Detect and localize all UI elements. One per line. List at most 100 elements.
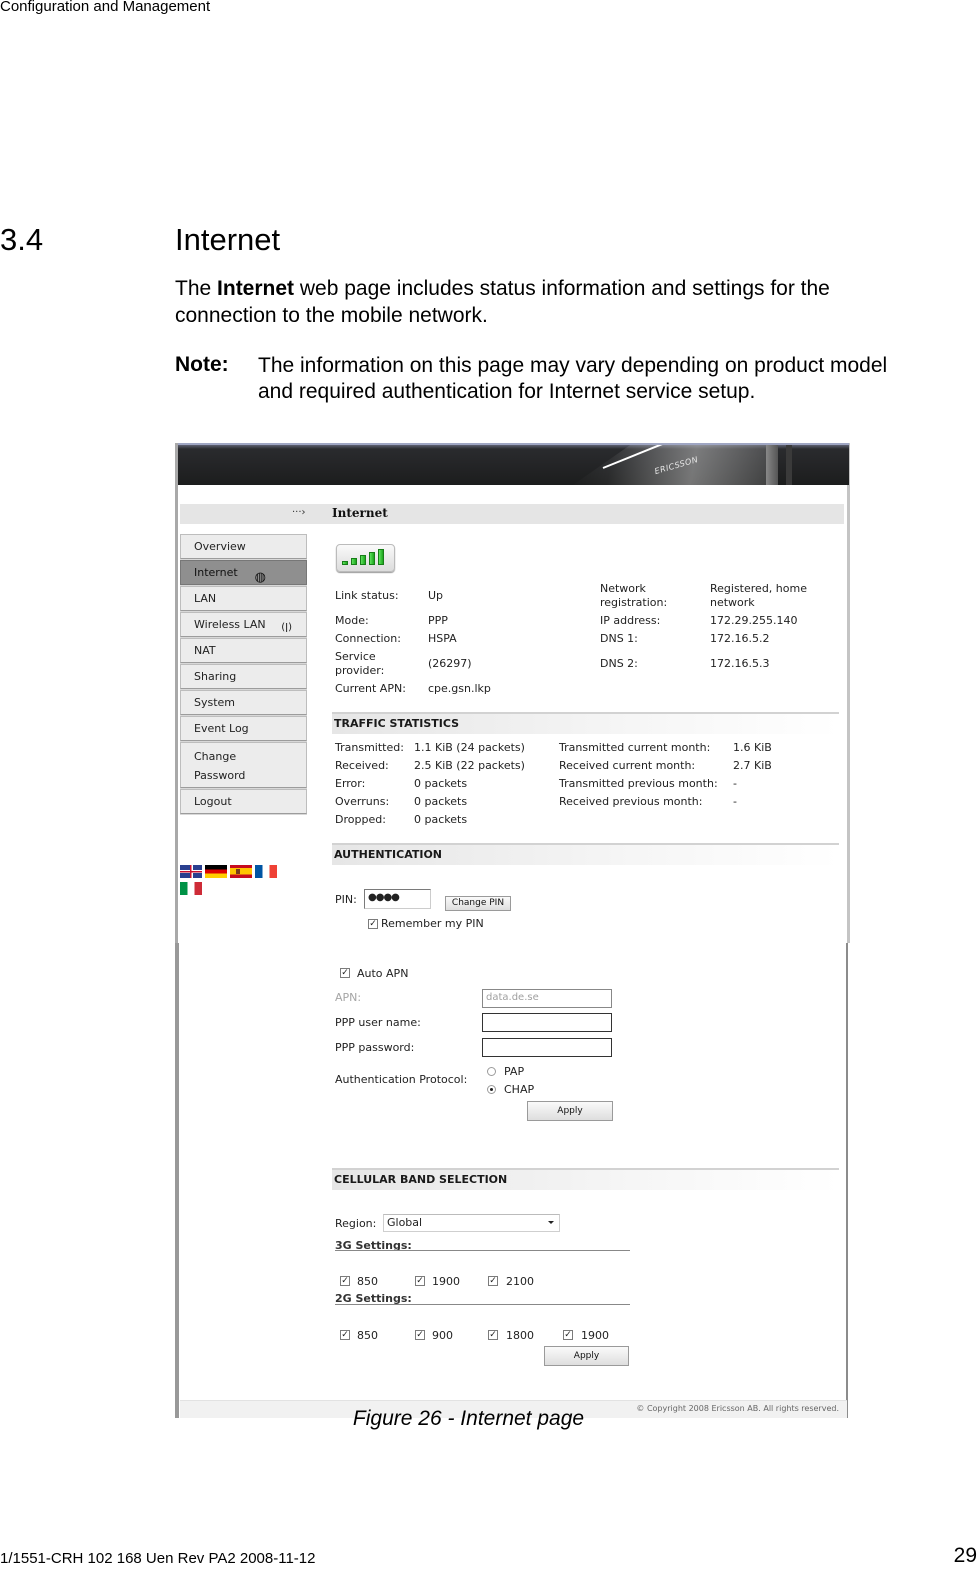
ppp-user-name-input[interactable] (482, 1013, 612, 1032)
section-heading-text: AUTHENTICATION (334, 848, 443, 861)
sidebar-item-change-password[interactable]: Change Password (180, 742, 307, 788)
band-selection-heading: CELLULAR BAND SELECTION (332, 1168, 839, 1190)
chap-label: CHAP (504, 1083, 535, 1096)
intro-prefix: The (175, 277, 218, 300)
header-banner: ERICSSON (178, 443, 849, 485)
region-label: Region: (335, 1217, 377, 1230)
apn-input[interactable]: data.de.se (482, 989, 612, 1008)
signal-bar (351, 558, 357, 565)
band-label: 2100 (506, 1275, 534, 1288)
flag-spanish-icon[interactable] (230, 865, 252, 878)
dns2-value: 172.16.5.3 (710, 657, 770, 670)
ppp-password-label: PPP password: (335, 1041, 415, 1054)
banner-bar (786, 445, 792, 485)
2g-1900-checkbox[interactable]: ✓ (563, 1330, 573, 1340)
traffic-label: Received: (335, 759, 389, 772)
ppp-password-input[interactable] (482, 1038, 612, 1057)
transmitted-value: 1.1 KiB (24 packets) (414, 741, 525, 754)
sidebar-item-label: Logout (194, 795, 232, 808)
auth-apply-button[interactable]: Apply (527, 1101, 613, 1121)
auth-protocol-label: Authentication Protocol: (335, 1073, 468, 1086)
note-text: The information on this page may vary de… (258, 354, 888, 403)
sidebar-item-internet[interactable]: Internet ◍ (180, 560, 307, 585)
signal-bar (342, 561, 348, 565)
sidebar-item-logout[interactable]: Logout (180, 789, 307, 814)
tx-current-month-value: 1.6 KiB (733, 741, 772, 754)
2g-1800-checkbox[interactable]: ✓ (488, 1330, 498, 1340)
wireless-icon: (ǀ) (281, 622, 292, 633)
sidebar-item-label: Internet (194, 566, 238, 579)
status-label: IP address: (600, 614, 661, 627)
sidebar-item-system[interactable]: System (180, 690, 307, 715)
band-apply-button[interactable]: Apply (544, 1346, 629, 1366)
intro-paragraph: The Internet web page includes status in… (175, 275, 915, 329)
sidebar-item-label: LAN (194, 592, 217, 605)
remember-pin-label: Remember my PIN (381, 917, 484, 930)
flag-french-icon[interactable] (255, 865, 277, 878)
sidebar-item-event-log[interactable]: Event Log (180, 716, 307, 741)
band-label: 900 (432, 1329, 453, 1342)
network-registration-value-line2: network (710, 596, 755, 609)
link-status-value: Up (428, 589, 444, 602)
breadcrumb: ···› Internet (180, 504, 844, 524)
sidebar-item-label: Overview (194, 540, 246, 553)
network-registration-value: Registered, home (710, 582, 807, 595)
region-select[interactable]: Global (383, 1214, 560, 1232)
rx-previous-month-value: - (733, 795, 737, 808)
section-heading-text: CELLULAR BAND SELECTION (334, 1173, 508, 1186)
flag-italian-icon[interactable] (180, 882, 202, 895)
traffic-label: Overruns: (335, 795, 390, 808)
band-label: 850 (357, 1275, 378, 1288)
flag-german-icon[interactable] (205, 865, 227, 878)
sidebar-item-sharing[interactable]: Sharing (180, 664, 307, 689)
frame-border-right-lower (846, 943, 848, 1418)
status-label: Link status: (335, 589, 399, 602)
sidebar-item-nat[interactable]: NAT (180, 638, 307, 663)
section-title: Internet (175, 222, 281, 257)
3g-850-checkbox[interactable]: ✓ (340, 1276, 350, 1286)
service-provider-value: (26297) (428, 657, 472, 670)
traffic-label: Transmitted: (335, 741, 404, 754)
sidebar-item-label-line1: Change (194, 750, 237, 763)
chap-radio[interactable] (487, 1085, 496, 1094)
divider (335, 1250, 630, 1251)
status-label: registration: (600, 596, 668, 609)
signal-bar (369, 552, 375, 565)
change-pin-button[interactable]: Change PIN (445, 896, 511, 911)
flag-english-icon[interactable] (180, 865, 202, 878)
3g-2100-checkbox[interactable]: ✓ (488, 1276, 498, 1286)
traffic-statistics-heading: TRAFFIC STATISTICS (332, 712, 839, 734)
language-selector (180, 865, 290, 899)
pap-label: PAP (504, 1065, 525, 1078)
sidebar-nav: Overview Internet ◍ LAN Wireless LAN (ǀ) N… (180, 534, 307, 815)
sidebar-item-lan[interactable]: LAN (180, 586, 307, 611)
remember-pin-checkbox[interactable]: ✓ (368, 919, 378, 929)
2g-850-checkbox[interactable]: ✓ (340, 1330, 350, 1340)
running-header: Configuration and Management (0, 0, 211, 15)
sidebar-item-wireless-lan[interactable]: Wireless LAN (ǀ) (180, 612, 307, 637)
dropped-value: 0 packets (414, 813, 468, 826)
band-label: 1900 (581, 1329, 609, 1342)
sidebar-item-label: Wireless LAN (194, 618, 266, 631)
sidebar-item-overview[interactable]: Overview (180, 534, 307, 559)
chevron-down-icon (548, 1221, 554, 1224)
pap-radio[interactable] (487, 1067, 496, 1076)
intro-bold: Internet (217, 277, 295, 300)
received-value: 2.5 KiB (22 packets) (414, 759, 525, 772)
3g-1900-checkbox[interactable]: ✓ (415, 1276, 425, 1286)
status-label: Service (335, 650, 376, 663)
sidebar-item-label: Event Log (194, 722, 249, 735)
2g-900-checkbox[interactable]: ✓ (415, 1330, 425, 1340)
frame-border-left-lower (175, 943, 179, 1418)
traffic-label: Transmitted previous month: (559, 777, 718, 790)
pin-label: PIN: (335, 893, 357, 906)
pin-input[interactable]: ●●●● (364, 889, 431, 909)
ip-address-value: 172.29.255.140 (710, 614, 798, 627)
status-label: Network (600, 582, 646, 595)
auto-apn-label: Auto APN (357, 967, 409, 980)
auto-apn-checkbox[interactable]: ✓ (340, 968, 350, 978)
traffic-label: Dropped: (335, 813, 386, 826)
status-label: Mode: (335, 614, 369, 627)
footer-doc-id: 1/1551-CRH 102 168 Uen Rev PA2 2008-11-1… (0, 1550, 316, 1567)
dns1-value: 172.16.5.2 (710, 632, 770, 645)
